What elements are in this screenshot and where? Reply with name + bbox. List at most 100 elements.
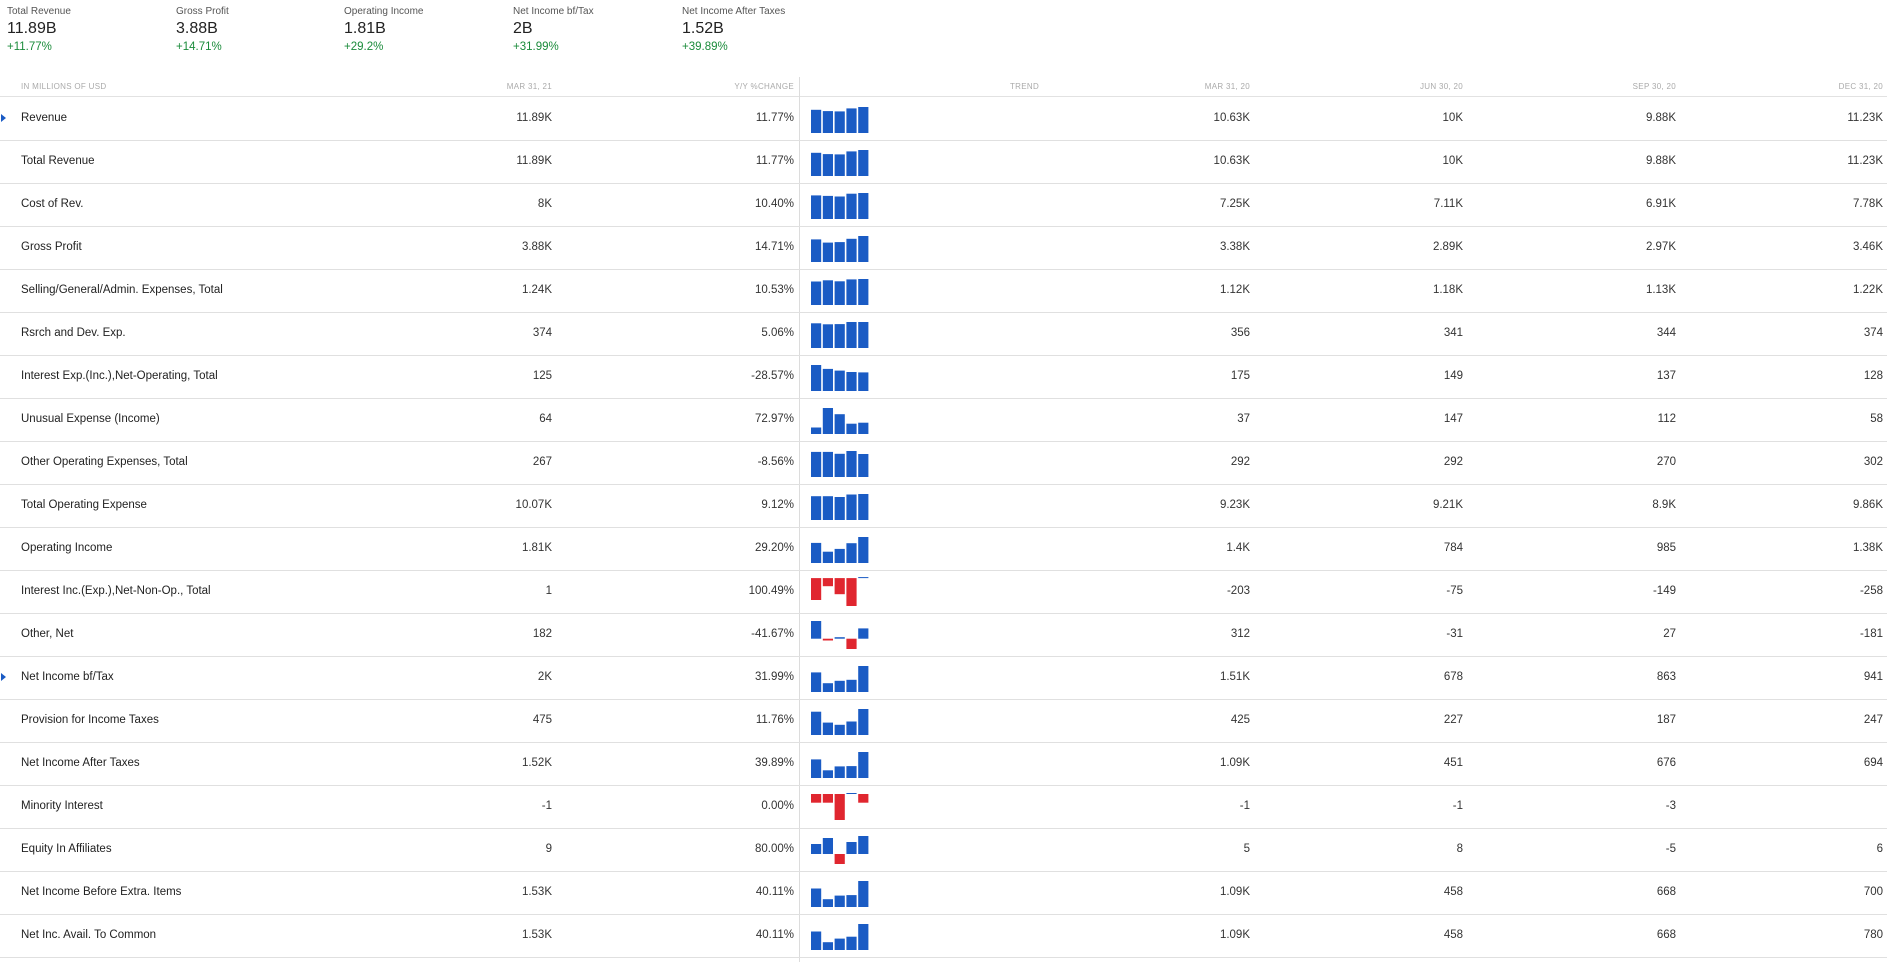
kpi-net-income-bf-tax[interactable]: Net Income bf/Tax 2B +31.99% — [513, 6, 673, 54]
trend-bar — [846, 793, 857, 794]
column-header-q4[interactable]: DEC 31, 20 — [1783, 82, 1883, 91]
table-row[interactable]: Net Income Before Extra. Items 1.53K 40.11… — [0, 871, 1887, 915]
trend-sparkline — [811, 319, 873, 349]
column-header-q1[interactable]: MAR 31, 20 — [1150, 82, 1250, 91]
table-row[interactable]: Other, Net 182 -41.67% 312 -31 27 -181 — [0, 613, 1887, 657]
row-label: Equity In Affiliates — [21, 843, 112, 855]
table-row[interactable]: Other Operating Expenses, Total 267 -8.56%… — [0, 441, 1887, 485]
trend-bar — [846, 279, 857, 305]
column-header-q2[interactable]: JUN 30, 20 — [1363, 82, 1463, 91]
cell-q4: 7.78K — [1852, 198, 1883, 210]
cell-q4: 6 — [1876, 843, 1883, 855]
trend-bar — [811, 496, 822, 520]
cell-q2: 7.11K — [1433, 198, 1463, 210]
table-row[interactable]: Total Operating Expense 10.07K 9.12% 9.23K 9… — [0, 484, 1887, 528]
cell-q1: 37 — [1237, 413, 1250, 425]
table-row[interactable]: Net Income After Taxes 1.52K 39.89% 1.09K 45… — [0, 742, 1887, 786]
expand-caret-icon[interactable] — [1, 673, 6, 681]
row-label: Net Income After Taxes — [21, 757, 140, 769]
cell-q1: 3.38K — [1219, 241, 1250, 253]
table-row[interactable]: Total Revenue 11.89K 11.77% 10.63K 10K 9.88K 1… — [0, 140, 1887, 184]
row-label: Unusual Expense (Income) — [21, 413, 160, 425]
kpi-label: Gross Profit — [176, 6, 229, 17]
table-row[interactable]: Rsrch and Dev. Exp. 374 5.06% 356 341 344 374 — [0, 312, 1887, 356]
kpi-total-revenue[interactable]: Total Revenue 11.89B +11.77% — [7, 6, 167, 54]
table-row[interactable]: Interest Inc.(Exp.),Net-Non-Op., Total 1 1… — [0, 570, 1887, 614]
table-row[interactable]: Minority Interest -1 0.00% -1 -1 -3 — [0, 785, 1887, 829]
row-label: Interest Inc.(Exp.),Net-Non-Op., Total — [21, 585, 211, 597]
trend-bar — [834, 680, 845, 692]
trend-bar — [834, 111, 845, 133]
table-row[interactable]: Interest Exp.(Inc.),Net-Operating, Total… — [0, 355, 1887, 399]
row-label: Gross Profit — [21, 241, 82, 253]
row-label: Net Income Before Extra. Items — [21, 886, 182, 898]
trend-bar — [858, 666, 869, 692]
trend-bar — [846, 451, 857, 477]
kpi-gross-profit[interactable]: Gross Profit 3.88B +14.71% — [176, 6, 336, 54]
cell-yoy-change: 72.97% — [754, 413, 794, 425]
cell-yoy-change: 40.11% — [755, 929, 794, 941]
trend-sparkline — [811, 362, 873, 392]
cell-current: 182 — [532, 628, 552, 640]
table-row[interactable]: Gross Profit 3.88K 14.71% 3.38K 2.89K 2.97K 3.… — [0, 226, 1887, 270]
table-row[interactable]: Selling/General/Admin. Expenses, Total 1.… — [0, 269, 1887, 313]
cell-q3: 2.97K — [1645, 241, 1676, 253]
cell-q3: 187 — [1656, 714, 1676, 726]
trend-bar — [858, 193, 869, 219]
trend-bar — [858, 454, 869, 477]
trend-sparkline — [811, 233, 873, 263]
cell-q4: 694 — [1863, 757, 1883, 769]
cell-current: 1.52K — [521, 757, 552, 769]
cell-q4: 247 — [1863, 714, 1883, 726]
cell-q1: 312 — [1230, 628, 1250, 640]
trend-bar — [858, 881, 869, 907]
trend-bar — [822, 942, 833, 950]
trend-bar — [846, 578, 857, 606]
cell-yoy-change: 11.76% — [755, 714, 794, 726]
trend-bar — [834, 414, 845, 434]
table-row[interactable]: Cost of Rev. 8K 10.40% 7.25K 7.11K 6.91K 7.78K — [0, 183, 1887, 227]
trend-bar — [846, 679, 857, 692]
cell-yoy-change: 10.53% — [754, 284, 794, 296]
trend-bar — [811, 365, 822, 391]
trend-sparkline — [811, 405, 873, 435]
trend-bar — [834, 242, 845, 262]
trend-sparkline — [811, 190, 873, 220]
cell-q1: 1.09K — [1219, 886, 1250, 898]
row-label: Other Operating Expenses, Total — [21, 456, 188, 468]
kpi-operating-income[interactable]: Operating Income 1.81B +29.2% — [344, 6, 504, 54]
cell-q3: 668 — [1656, 929, 1676, 941]
trend-bar — [811, 621, 822, 639]
column-header-yoy[interactable]: Y/Y %CHANGE — [680, 82, 794, 91]
cell-q1: 7.25K — [1219, 198, 1250, 210]
column-header-q3[interactable]: SEP 30, 20 — [1576, 82, 1676, 91]
expand-caret-icon[interactable] — [1, 114, 6, 122]
column-header-current[interactable]: MAR 31, 21 — [452, 82, 552, 91]
row-label: Rsrch and Dev. Exp. — [21, 327, 126, 339]
kpi-label: Net Income After Taxes — [682, 6, 786, 17]
trend-bar — [834, 370, 845, 391]
kpi-net-income-after-taxes[interactable]: Net Income After Taxes 1.52B +39.89% — [682, 6, 842, 54]
trend-bar — [822, 899, 833, 907]
table-row[interactable]: Revenue 11.89K 11.77% 10.63K 10K 9.88K 11.23K — [0, 97, 1887, 141]
trend-bar — [822, 722, 833, 735]
row-label: Operating Income — [21, 542, 113, 554]
kpi-label: Net Income bf/Tax — [513, 6, 594, 17]
table-row[interactable]: Net Income bf/Tax 2K 31.99% 1.51K 678 863 941 — [0, 656, 1887, 700]
trend-bar — [834, 196, 845, 219]
cell-current: 3.88K — [521, 241, 552, 253]
trend-sparkline — [811, 749, 873, 779]
table-row[interactable]: Operating Income 1.81K 29.20% 1.4K 784 985 1.3… — [0, 527, 1887, 571]
trend-bar — [822, 242, 833, 262]
kpi-change: +29.2% — [344, 41, 384, 53]
trend-bar — [811, 281, 822, 305]
table-row[interactable]: Provision for Income Taxes 475 11.76% 425 22… — [0, 699, 1887, 743]
table-row[interactable]: Net Inc. Avail. To Common 1.53K 40.11% 1.09… — [0, 914, 1887, 958]
trend-bar — [858, 372, 869, 391]
row-label: Cost of Rev. — [21, 198, 84, 210]
table-row[interactable]: Equity In Affiliates 9 80.00% 5 8 -5 6 — [0, 828, 1887, 872]
trend-bar — [846, 543, 857, 563]
table-row[interactable]: Unusual Expense (Income) 64 72.97% 37 147 112… — [0, 398, 1887, 442]
cell-current: 11.89K — [516, 155, 552, 167]
cell-q4: 1.38K — [1852, 542, 1883, 554]
